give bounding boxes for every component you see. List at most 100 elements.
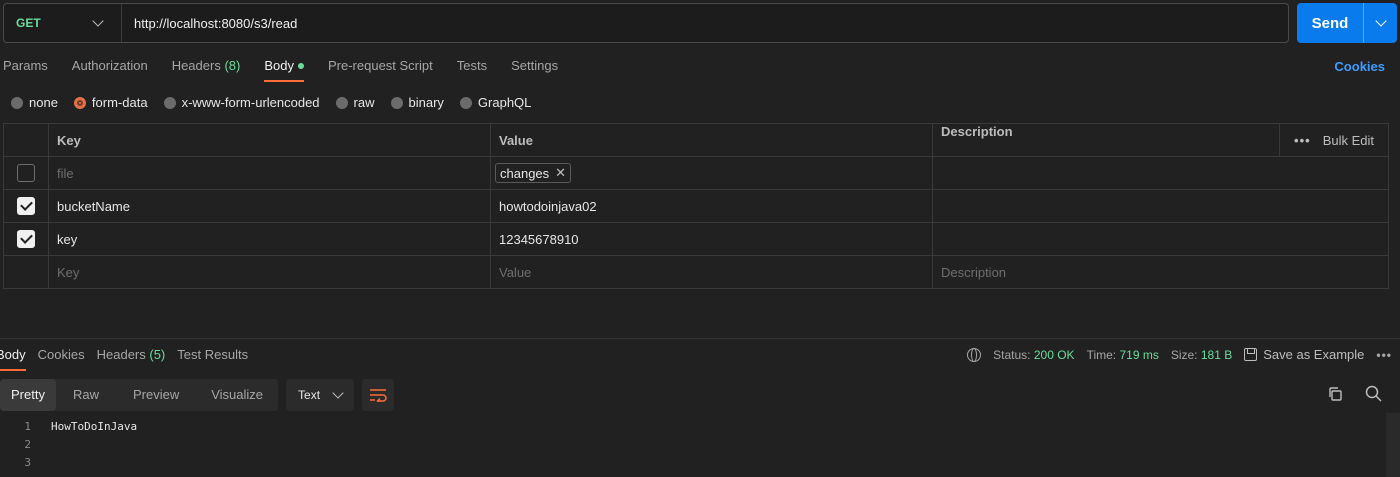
tab-tests[interactable]: Tests [457,56,487,82]
row-checkbox[interactable] [17,164,35,182]
tab-label: Headers [171,58,221,73]
table-row: key 12345678910 [3,222,1389,256]
radio-circle [163,96,176,109]
tab-settings[interactable]: Settings [511,56,558,82]
radio-label: x-www-form-urlencoded [181,95,320,110]
request-bar: GET http://localhost:8080/s3/read [3,3,1289,43]
view-mode-segment: Pretty Raw Preview Visualize [0,379,279,411]
tab-label: Params [3,58,48,73]
view-visualize[interactable]: Visualize [196,379,278,411]
status-label: Status: [993,347,1031,362]
key-cell[interactable]: file [48,156,491,190]
save-as-example-button[interactable]: Save as Example [1244,347,1364,362]
tab-label: Tests [456,58,488,73]
description-cell[interactable] [932,189,1389,223]
bulk-edit-button[interactable]: ••• Bulk Edit [1279,124,1388,156]
more-options-icon[interactable]: ••• [1376,348,1392,362]
method-select[interactable]: GET [4,4,122,42]
tab-pre-request-script[interactable]: Pre-request Script [328,56,433,82]
header-description-label: Description [941,124,1013,139]
file-chip: changes ✕ [495,163,572,183]
tab-response-cookies[interactable]: Cookies [38,345,85,371]
globe-icon[interactable] [967,347,982,362]
line-number: 1 [24,419,31,433]
radio-none[interactable]: none [11,95,58,110]
value-cell[interactable]: 12345678910 [490,222,933,256]
tab-response-headers[interactable]: Headers (5) [97,345,166,371]
close-icon[interactable]: ✕ [555,165,566,181]
url-input[interactable]: http://localhost:8080/s3/read [122,16,297,31]
tab-label: Body [0,347,26,362]
send-label: Send [1311,14,1349,32]
line-number: 2 [24,437,31,451]
radio-circle [459,96,472,109]
tab-headers[interactable]: Headers (8) [172,56,241,82]
cookies-link[interactable]: Cookies [1334,59,1385,74]
radio-label: raw [353,95,375,110]
search-icon[interactable] [1365,385,1382,402]
view-pretty[interactable]: Pretty [0,379,56,411]
tab-label: Headers [96,347,146,362]
radio-x-www-form-urlencoded[interactable]: x-www-form-urlencoded [163,95,320,110]
value-cell[interactable]: changes ✕ [490,156,933,190]
tab-params[interactable]: Params [3,56,48,82]
chevron-down-icon [332,387,344,399]
time[interactable]: Time: 719 ms [1087,348,1159,362]
send-dropdown[interactable] [1364,15,1397,27]
row-checkbox-cell [3,222,49,256]
tab-body[interactable]: Body [264,56,304,82]
table-row: file changes ✕ [3,156,1389,190]
view-preview[interactable]: Preview [116,379,196,411]
description-cell[interactable] [932,156,1389,190]
send-button[interactable]: Send [1297,3,1397,43]
save-icon [1244,348,1258,361]
description-placeholder[interactable]: Description [932,255,1389,289]
tab-label: Body [264,58,294,73]
request-tabs: Params Authorization Headers (8) Body Pr… [3,56,558,82]
tab-test-results[interactable]: Test Results [177,345,248,371]
format-select[interactable]: Text [286,379,355,411]
copy-icon[interactable] [1327,386,1343,402]
wrap-icon [370,389,387,402]
row-checkbox-checked[interactable] [17,230,35,248]
body-type-radios: none form-data x-www-form-urlencoded raw… [11,95,531,110]
save-as-example-label: Save as Example [1263,347,1365,362]
radio-binary[interactable]: binary [390,95,444,110]
radio-circle [11,96,23,109]
radio-graphql[interactable]: GraphQL [459,95,531,110]
form-data-table: Key Value Description ••• Bulk Edit file … [3,123,1389,289]
value-cell[interactable]: howtodoinjava02 [490,189,933,223]
key-cell[interactable]: bucketName [48,189,491,223]
radio-raw[interactable]: raw [335,95,375,110]
response-tools [1327,385,1382,402]
chevron-down-icon [92,15,104,27]
radio-form-data[interactable]: form-data [73,95,148,110]
key-placeholder[interactable]: Key [48,255,491,289]
file-chip-label: changes [500,165,550,181]
size[interactable]: Size: 181 B [1171,348,1232,362]
status[interactable]: Status: 200 OK [993,348,1074,362]
header-value: Value [490,123,933,157]
description-cell[interactable] [932,222,1389,256]
table-row-empty: Key Value Description [3,255,1389,289]
response-meta: Status: 200 OK Time: 719 ms Size: 181 B … [967,347,1392,362]
modified-dot-icon [297,62,304,69]
panel-divider[interactable] [0,338,1400,339]
radio-label: none [29,95,58,110]
size-label: Size: [1170,347,1198,362]
scrollbar[interactable] [1386,413,1400,477]
wrap-lines-button[interactable] [362,379,395,411]
key-cell[interactable]: key [48,222,491,256]
response-code-editor[interactable]: 1 HowToDoInJava 2 3 [0,417,137,471]
row-checkbox-checked[interactable] [17,197,35,215]
value-placeholder[interactable]: Value [490,255,933,289]
line-content: HowToDoInJava [51,419,138,433]
tab-response-body[interactable]: Body [0,345,26,371]
tab-authorization[interactable]: Authorization [72,56,148,82]
code-line: 1 HowToDoInJava [0,417,137,435]
headers-count: (5) [149,347,166,362]
more-options-icon[interactable]: ••• [1294,133,1311,148]
header-checkbox-cell [3,123,49,157]
view-raw[interactable]: Raw [56,379,116,411]
response-view-bar: Pretty Raw Preview Visualize Text [0,379,395,411]
